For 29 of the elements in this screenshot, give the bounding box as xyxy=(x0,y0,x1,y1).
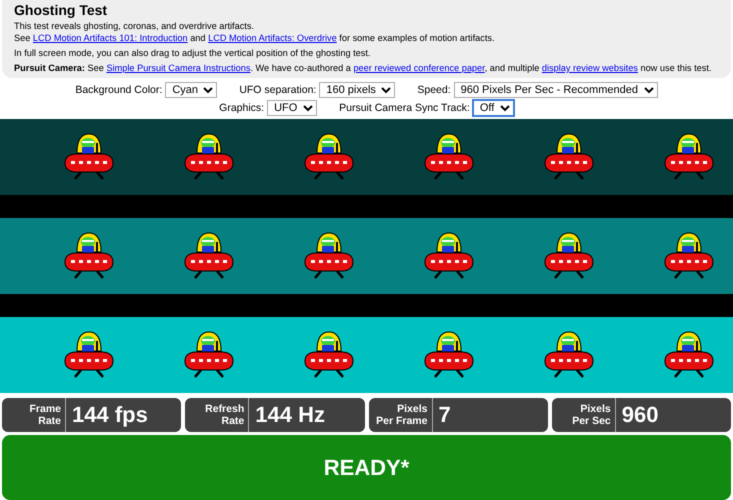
text-link[interactable]: LCD Motion Artifacts 101: Introduction xyxy=(32,33,188,43)
page-title: Ghosting Test xyxy=(14,2,108,18)
field-label: Pursuit Camera Sync Track: xyxy=(339,102,470,114)
description-text: Pursuit Camera: See Simple Pursuit Camera Instructions. We have co-authored a peer reviewed conference paper, and multiple display review websites now use this test. xyxy=(14,62,712,74)
text-link[interactable]: display review websites xyxy=(542,63,638,73)
dropdown[interactable]: Off xyxy=(472,100,514,116)
ready-button[interactable]: READY* xyxy=(2,435,731,500)
description-text: This test reveals ghosting, coronas, and overdrive artifacts. xyxy=(14,20,256,32)
field-label: Graphics: xyxy=(219,102,264,114)
field-label: UFO separation: xyxy=(239,84,316,96)
stat-label: Frame Rate xyxy=(2,398,66,432)
description-text: See LCD Motion Artifacts 101: Introduction and LCD Motion Artifacts: Overdrive for some examples of motion artifacts. xyxy=(14,32,496,44)
dropdown[interactable]: 960 Pixels Per Sec - Recommended xyxy=(454,82,658,98)
stat-label: Refresh Rate xyxy=(185,398,250,432)
dropdown[interactable]: UFO xyxy=(267,100,318,116)
text-link[interactable]: peer reviewed conference paper xyxy=(353,63,485,73)
dropdown[interactable]: 160 pixels xyxy=(319,82,396,98)
stat-value: 960 xyxy=(620,401,658,429)
text-link[interactable]: LCD Motion Artifacts: Overdrive xyxy=(208,33,337,43)
stat-value: 144 fps xyxy=(71,401,148,429)
stat-value: 7 xyxy=(438,401,451,429)
text-link[interactable]: Simple Pursuit Camera Instructions xyxy=(106,63,250,73)
stat-value: 144 Hz xyxy=(254,401,325,429)
field-label: Background Color: xyxy=(75,84,162,96)
stat-label: Pixels Per Sec xyxy=(552,398,616,432)
description-text: In full screen mode, you can also drag to adjust the vertical position of the ghosting test. xyxy=(14,47,372,59)
dropdown[interactable]: Cyan xyxy=(165,82,218,98)
stat-label: Pixels Per Frame xyxy=(368,398,432,432)
field-label: Speed: xyxy=(417,84,451,96)
